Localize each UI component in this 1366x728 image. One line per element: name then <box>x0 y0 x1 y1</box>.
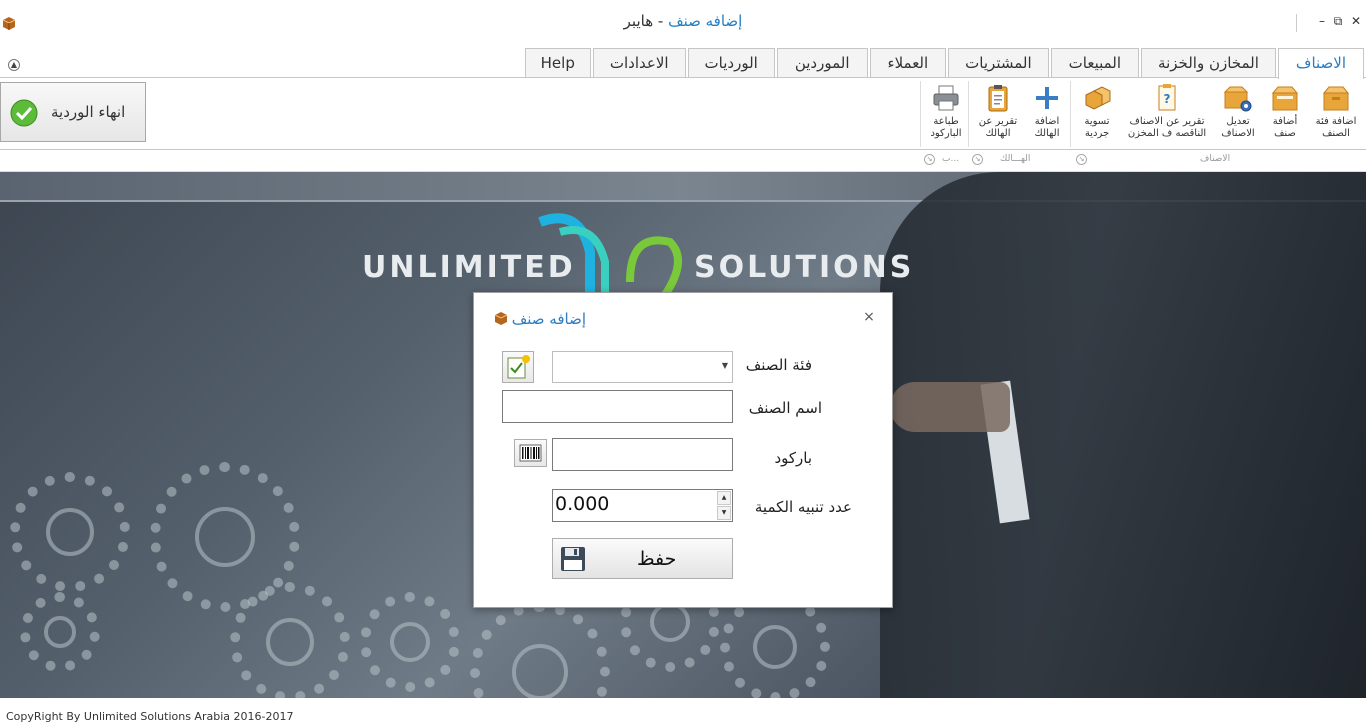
item-name-input[interactable] <box>502 390 733 423</box>
print-barcode-button[interactable]: طباعة الباركود <box>924 83 968 147</box>
add-category-button[interactable]: اضافة فئة الصنف <box>1310 83 1362 147</box>
close-window-button[interactable]: ✕ <box>1348 14 1364 28</box>
tab-shifts[interactable]: الورديات <box>687 48 775 78</box>
add-item-dialog: × إضافه صنف ▼ فئة الصنف اسم الصنف باركود… <box>473 292 893 608</box>
group-label-items: الاصناف <box>1200 154 1231 164</box>
barcode-input[interactable] <box>552 438 733 471</box>
minimize-button[interactable]: – <box>1314 14 1330 28</box>
brand-logo-left-text: UNLIMITED <box>362 250 576 285</box>
floppy-disk-icon <box>561 547 585 571</box>
inventory-adjust-button[interactable]: تسوية جردية <box>1076 83 1118 147</box>
group-label-barcode: ب... <box>942 154 960 164</box>
tab-suppliers[interactable]: الموردين <box>776 48 868 78</box>
svg-text:?: ? <box>1164 92 1171 106</box>
ribbon-group-separator <box>920 81 921 147</box>
end-shift-button[interactable]: انهاء الوردية <box>0 82 146 142</box>
clipboard-star-icon <box>507 355 530 379</box>
barcode-label: باركود <box>774 449 812 467</box>
gear-icon <box>470 602 610 698</box>
printer-icon <box>933 85 959 111</box>
title-bar: إضافه صنف - هايبر – ⧉ ✕ <box>0 0 1366 44</box>
category-label: فئة الصنف <box>745 356 812 374</box>
save-button[interactable]: حفظ <box>552 538 733 579</box>
check-circle-icon <box>10 99 38 127</box>
add-category-quick-button[interactable] <box>502 351 534 383</box>
ribbon-group-separator <box>1070 81 1071 147</box>
edit-items-label: تعديل الاصناف <box>1221 116 1255 139</box>
ribbon-collapse-icon[interactable]: ▲ <box>8 59 20 71</box>
tab-sales[interactable]: المبيعات <box>1050 48 1140 78</box>
restore-button[interactable]: ⧉ <box>1330 14 1346 29</box>
gear-icon <box>20 592 100 672</box>
tab-stores-treasury[interactable]: المخازن والخزنة <box>1141 48 1276 78</box>
alert-quantity-label: عدد تنبيه الكمية <box>754 498 852 516</box>
add-damaged-button[interactable]: اضافة الهالك <box>1026 83 1068 147</box>
add-item-label: أضافة صنف <box>1272 116 1298 139</box>
save-label: حفظ <box>637 548 677 570</box>
brand-logo-right-text: SOLUTIONS <box>694 250 915 285</box>
ribbon-group-labels: الاصناف ↘ الهـــالك ↘ ب... ↘ <box>0 150 1366 172</box>
ribbon-tabs: الاصناف المخازن والخزنة المبيعات المشتري… <box>523 48 1364 79</box>
tab-help[interactable]: Help <box>524 48 591 78</box>
plus-icon <box>1036 87 1058 109</box>
print-barcode-label: طباعة الباركود <box>930 116 962 139</box>
gear-icon <box>360 592 460 692</box>
boxes-stack-icon <box>1085 86 1111 110</box>
end-shift-label: انهاء الوردية <box>51 103 126 121</box>
dialog-box-icon <box>494 312 508 325</box>
category-combo[interactable]: ▼ <box>552 351 733 383</box>
ribbon-panel: اضافة فئة الصنف أضافة صنف تعديل الاصناف <box>0 77 1366 150</box>
damaged-report-label: تقرير عن الهالك <box>978 116 1018 139</box>
clipboard-icon <box>988 85 1008 112</box>
dialog-close-button[interactable]: × <box>862 309 876 325</box>
damaged-report-button[interactable]: تقرير عن الهالك <box>974 83 1022 147</box>
ribbon-group-separator <box>968 81 969 147</box>
group-launcher-icon[interactable]: ↘ <box>972 154 983 165</box>
add-damaged-label: اضافة الهالك <box>1034 116 1060 139</box>
tab-customers[interactable]: العملاء <box>869 48 947 78</box>
window-title-form: إضافه صنف <box>668 12 743 30</box>
group-launcher-icon[interactable]: ↘ <box>924 154 935 165</box>
barcode-icon <box>519 444 542 462</box>
group-launcher-icon[interactable]: ↘ <box>1076 154 1087 165</box>
background-suit-shape <box>880 172 1366 698</box>
chevron-down-icon: ▼ <box>721 361 728 370</box>
alert-quantity-stepper[interactable]: 0.000 ▲ ▼ <box>552 489 733 522</box>
report-question-icon: ? <box>1158 84 1176 111</box>
box-folder-icon <box>1322 86 1350 111</box>
box-add-icon <box>1271 86 1299 111</box>
group-label-damaged: الهـــالك <box>1000 154 1031 164</box>
app-window: إضافه صنف - هايبر – ⧉ ✕ ▲ الاصناف المخاز… <box>0 0 1366 728</box>
dialog-title: إضافه صنف <box>511 310 586 328</box>
window-title-app: - هايبر <box>623 12 669 30</box>
stepper-down-icon[interactable]: ▼ <box>717 506 731 520</box>
shortage-report-label: تقرير عن الاصناف الناقصه ف المخزن <box>1127 116 1207 139</box>
gear-icon <box>10 472 130 592</box>
tab-items[interactable]: الاصناف <box>1277 48 1364 79</box>
shortage-report-button[interactable]: ? تقرير عن الاصناف الناقصه ف المخزن <box>1124 83 1210 147</box>
edit-items-button[interactable]: تعديل الاصناف <box>1214 83 1262 147</box>
background-hand-shape <box>890 382 1010 432</box>
tab-settings[interactable]: الاعدادات <box>592 48 686 78</box>
alert-quantity-value: 0.000 <box>555 493 610 515</box>
gear-icon <box>230 582 350 698</box>
generate-barcode-button[interactable] <box>514 439 547 467</box>
add-category-label: اضافة فئة الصنف <box>1315 116 1357 139</box>
window-title: إضافه صنف - هايبر <box>0 12 1366 30</box>
copyright-text: CopyRight By Unlimited Solutions Arabia … <box>6 710 294 723</box>
title-separator <box>1296 14 1297 32</box>
item-name-label: اسم الصنف <box>748 399 822 417</box>
add-item-button[interactable]: أضافة صنف <box>1264 83 1306 147</box>
inventory-adjust-label: تسوية جردية <box>1084 116 1110 139</box>
stepper-up-icon[interactable]: ▲ <box>717 491 731 505</box>
tab-purchases[interactable]: المشتريات <box>948 48 1049 78</box>
box-settings-icon <box>1223 86 1252 112</box>
